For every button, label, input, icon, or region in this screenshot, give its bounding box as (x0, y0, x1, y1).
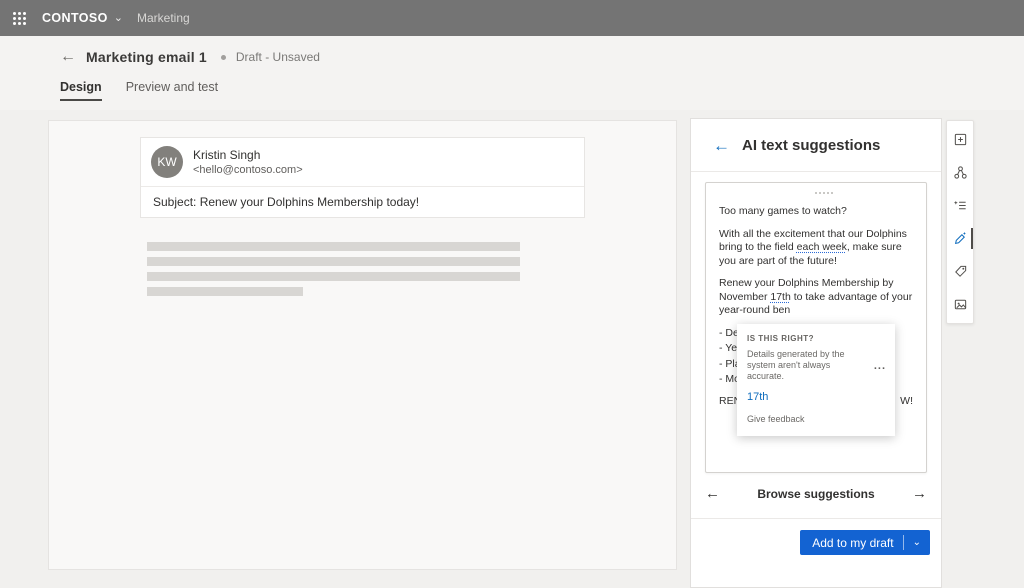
main-area: KW Kristin Singh <hello@contoso.com> Sub… (0, 110, 1024, 587)
status-dot (221, 55, 226, 60)
sender-email: <hello@contoso.com> (193, 164, 303, 176)
tag-icon[interactable] (947, 255, 973, 288)
give-feedback-link[interactable]: Give feedback (747, 413, 885, 427)
tooltip-body: Details generated by the system aren't a… (747, 349, 861, 382)
waffle-dots (13, 12, 16, 15)
chevron-down-icon[interactable]: ⌄ (114, 11, 123, 24)
placeholder-bar (147, 257, 520, 266)
app-section-label: Marketing (137, 11, 190, 25)
selected-tool-indicator (971, 228, 973, 249)
add-to-draft-button[interactable]: Add to my draft ⌄ (800, 530, 930, 555)
page-header: ← Marketing email 1 Draft - Unsaved (0, 36, 1024, 65)
ai-accuracy-tooltip: IS THIS RIGHT? Details generated by the … (737, 324, 895, 436)
add-element-icon[interactable] (947, 123, 973, 156)
drag-dots (815, 192, 817, 194)
ai-pen-icon[interactable] (947, 222, 973, 255)
suggestion-text: W! (900, 395, 913, 409)
placeholder-bar (147, 272, 520, 281)
right-tool-rail (946, 120, 974, 324)
tooltip-title: IS THIS RIGHT? (747, 332, 885, 346)
sender-name: Kristin Singh (193, 148, 303, 162)
email-canvas[interactable]: KW Kristin Singh <hello@contoso.com> Sub… (48, 120, 677, 570)
placeholder-bar (147, 287, 303, 296)
more-options-icon[interactable]: ... (874, 360, 886, 374)
tab-preview-and-test[interactable]: Preview and test (126, 80, 218, 101)
waffle-icon[interactable] (0, 0, 38, 36)
email-subject-field[interactable]: Subject: Renew your Dolphins Membership … (141, 186, 584, 217)
placeholder-bar (147, 242, 520, 251)
sender-meta: Kristin Singh <hello@contoso.com> (193, 148, 303, 176)
back-arrow-icon[interactable]: ← (60, 49, 76, 65)
browse-suggestions-row: ← Browse suggestions → (705, 486, 927, 501)
ai-suggestions-panel: ← AI text suggestions Too many games to … (690, 118, 942, 588)
suggestion-paragraph-2: With all the excitement that our Dolphin… (719, 228, 913, 269)
content-ideas-icon[interactable] (947, 189, 973, 222)
email-sender-row: KW Kristin Singh <hello@contoso.com> (141, 138, 584, 186)
suggestion-paragraph-1: Too many games to watch? (719, 205, 913, 219)
tooltip-flagged-value[interactable]: 17th (747, 391, 885, 405)
suggestion-card[interactable]: Too many games to watch? With all the ex… (705, 182, 927, 473)
top-app-bar: CONTOSO ⌄ Marketing (0, 0, 1024, 36)
chevron-down-icon[interactable]: ⌄ (913, 537, 921, 548)
panel-action-row: Add to my draft ⌄ (691, 519, 941, 555)
email-header-card: KW Kristin Singh <hello@contoso.com> Sub… (140, 137, 585, 218)
page-header-band: ← Marketing email 1 Draft - Unsaved Desi… (0, 36, 1024, 110)
previous-suggestion-arrow-icon[interactable]: ← (705, 486, 720, 501)
tab-design[interactable]: Design (60, 80, 102, 101)
ai-panel-header: ← AI text suggestions (691, 119, 941, 172)
next-suggestion-arrow-icon[interactable]: → (912, 486, 927, 501)
page-title: Marketing email 1 (86, 49, 207, 65)
ai-flagged-term[interactable]: 17th (770, 291, 790, 303)
image-icon[interactable] (947, 288, 973, 321)
browse-suggestions-label: Browse suggestions (757, 487, 874, 501)
split-button-divider (903, 535, 904, 550)
brand-name[interactable]: CONTOSO (42, 11, 108, 25)
ai-flagged-term[interactable]: each week (797, 241, 847, 253)
drag-handle-icon[interactable] (719, 188, 913, 196)
avatar: KW (151, 146, 183, 178)
tab-bar: Design Preview and test (0, 65, 1024, 101)
ai-panel-title: AI text suggestions (742, 137, 880, 154)
email-body-placeholder (147, 242, 520, 296)
suggestion-paragraph-3: Renew your Dolphins Membership by Novemb… (719, 277, 913, 318)
personalize-icon[interactable] (947, 156, 973, 189)
status-text: Draft - Unsaved (236, 50, 320, 64)
panel-back-arrow-icon[interactable]: ← (713, 137, 730, 154)
add-to-draft-label: Add to my draft (812, 536, 893, 550)
